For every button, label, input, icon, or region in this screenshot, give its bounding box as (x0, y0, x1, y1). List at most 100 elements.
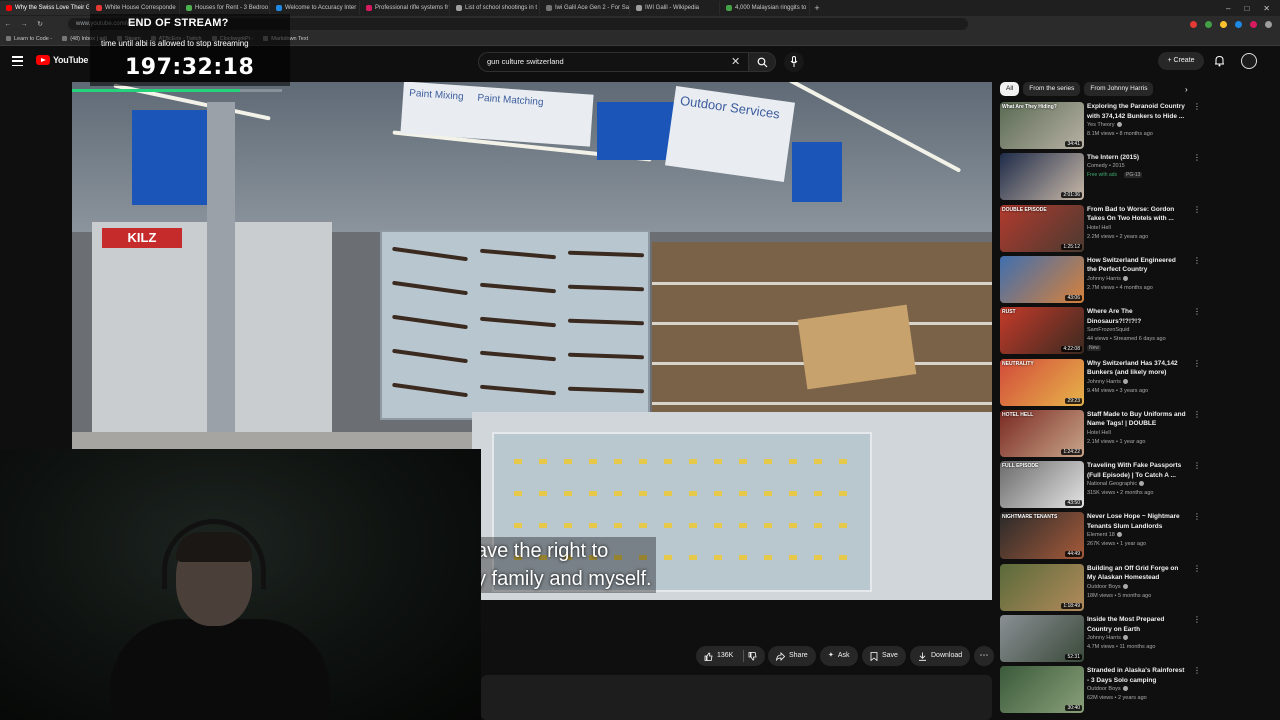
filter-chip[interactable]: From the series (1023, 82, 1081, 96)
video-thumbnail[interactable]: 43:06 (1000, 255, 1084, 303)
video-thumbnail[interactable]: FULL EPISODE 43:50 (1000, 461, 1084, 509)
channel-name[interactable]: Hotel Hell (1087, 225, 1111, 231)
browser-tab[interactable]: Houses for Rent - 3 Bedroo (180, 1, 270, 15)
browser-tab[interactable]: IWI Galil - Wikipedia (630, 1, 720, 15)
new-tab-button[interactable]: + (810, 3, 824, 13)
menu-icon[interactable] (12, 56, 23, 66)
video-thumbnail[interactable]: DOUBLE EPISODE 1:25:12 (1000, 204, 1084, 252)
recommendation-title[interactable]: Inside the Most Prepared Country on Eart… (1087, 615, 1187, 634)
video-thumbnail[interactable]: 52:31 (1000, 615, 1084, 662)
filter-chip[interactable]: From Johnny Harris (1084, 82, 1154, 96)
recommendation-title[interactable]: Traveling With Fake Passports (Full Epis… (1087, 461, 1187, 480)
recommendation-title[interactable]: Building an Off Grid Forge on My Alaskan… (1087, 564, 1187, 583)
extension-icon[interactable] (1205, 20, 1212, 28)
video-thumbnail[interactable]: HOTEL HELL 1:24:22 (1000, 409, 1084, 457)
recommendation-title[interactable]: Why Switzerland Has 374,142 Bunkers (and… (1087, 359, 1187, 378)
browser-tab[interactable]: Professional rifle systems fr (360, 1, 450, 15)
recommendation-title[interactable]: Never Lose Hope ~ Nightmare Tenants Slum… (1087, 512, 1187, 531)
clear-search-icon[interactable]: ✕ (731, 55, 740, 68)
channel-name[interactable]: Yes Theory (1087, 122, 1122, 128)
channel-name[interactable]: Johnny Harris (1087, 635, 1128, 641)
recommendation-item[interactable]: RUST 4:22:08 Where Are The Dinosaurs?!?!?!… (1000, 307, 1201, 355)
browser-tab[interactable]: List of school shootings in t (450, 1, 540, 15)
profile-icon[interactable] (1265, 20, 1272, 28)
save-button[interactable]: Save (862, 646, 906, 666)
browser-tab[interactable]: Why the Swiss Love Their G (0, 1, 90, 15)
recommendation-item[interactable]: 43:06 How Switzerland Engineered the Perf… (1000, 255, 1201, 304)
more-options-icon[interactable]: ⋮ (1193, 512, 1201, 521)
extension-icon[interactable] (1220, 20, 1227, 28)
account-avatar[interactable] (1241, 53, 1257, 69)
video-thumbnail[interactable]: NEUTRALITY 29:23 (1000, 358, 1084, 406)
bookmark-item[interactable]: Learn to Code - (6, 36, 52, 42)
download-button[interactable]: Download (910, 646, 971, 666)
channel-name[interactable]: Hotel Hell (1087, 430, 1111, 436)
channel-name[interactable]: Outdoor Boys (1087, 686, 1128, 692)
extension-icon[interactable] (1190, 20, 1197, 28)
thumbs-down-icon[interactable] (748, 651, 757, 661)
video-thumbnail[interactable]: 1:18:49 (1000, 563, 1084, 611)
channel-name[interactable]: SamFrozenSquid (1087, 327, 1130, 333)
description-box[interactable] (481, 675, 992, 720)
more-options-icon[interactable]: ⋮ (1193, 359, 1201, 368)
recommendation-item[interactable]: 2:01:36 The Intern (2015) Comedy • 2015 Fre… (1000, 153, 1201, 201)
voice-search-button[interactable] (784, 52, 804, 72)
video-thumbnail[interactable]: NIGHTMARE TENANTS 44:49 (1000, 512, 1084, 560)
search-input[interactable]: gun culture switzerland (478, 52, 748, 72)
notifications-bell-icon[interactable] (1214, 55, 1225, 67)
recommendation-item[interactable]: NEUTRALITY 29:23 Why Switzerland Has 374,1… (1000, 358, 1201, 407)
recommendation-item[interactable]: 30:40 Stranded in Alaska's Rainforest - 3… (1000, 666, 1201, 714)
video-thumbnail[interactable]: 30:40 (1000, 666, 1084, 714)
more-options-icon[interactable]: ⋮ (1193, 205, 1201, 214)
video-thumbnail[interactable]: RUST 4:22:08 (1000, 307, 1084, 355)
recommendation-item[interactable]: What Are They Hiding? 34:41 Exploring the … (1000, 102, 1201, 150)
recommendation-title[interactable]: Where Are The Dinosaurs?!?!?!? (1087, 307, 1187, 326)
channel-name[interactable]: Comedy • 2015 (1087, 163, 1125, 169)
channel-name[interactable]: Johnny Harris (1087, 379, 1128, 385)
close-window-icon[interactable]: ✕ (1263, 4, 1270, 13)
browser-tab[interactable]: White House Corresponde (90, 1, 180, 15)
more-options-icon[interactable]: ⋮ (1193, 564, 1201, 573)
extension-icon[interactable] (1250, 20, 1257, 28)
recommendation-item[interactable]: FULL EPISODE 43:50 Traveling With Fake Pas… (1000, 461, 1201, 509)
recommendation-title[interactable]: Exploring the Paranoid Country with 374,… (1087, 102, 1187, 121)
browser-tab[interactable]: Welcome to Accuracy Inter (270, 1, 360, 15)
chevron-right-icon[interactable]: › (1185, 85, 1188, 94)
youtube-logo[interactable]: YouTube (36, 55, 88, 65)
recommendation-title[interactable]: How Switzerland Engineered the Perfect C… (1087, 256, 1187, 275)
reload-icon[interactable]: ↻ (32, 20, 48, 28)
more-options-icon[interactable]: ⋮ (1193, 666, 1201, 675)
more-options-icon[interactable]: ⋮ (1193, 102, 1201, 111)
browser-tab[interactable]: Iwi Galil Ace Gen 2 - For Sa (540, 1, 630, 15)
search-button[interactable] (748, 52, 776, 72)
ask-button[interactable]: ✦ Ask (820, 646, 858, 666)
filter-chip[interactable]: All (1000, 82, 1020, 96)
forward-icon[interactable]: → (16, 21, 32, 28)
share-button[interactable]: Share (768, 646, 816, 666)
create-button[interactable]: + Create (1158, 52, 1204, 70)
recommendation-title[interactable]: From Bad to Worse: Gordon Takes On Two H… (1087, 205, 1187, 224)
more-options-icon[interactable]: ⋮ (1193, 307, 1201, 316)
recommendation-item[interactable]: 1:18:49 Building an Off Grid Forge on My … (1000, 563, 1201, 612)
video-thumbnail[interactable]: What Are They Hiding? 34:41 (1000, 102, 1084, 149)
back-icon[interactable]: ← (0, 21, 16, 28)
video-thumbnail[interactable]: 2:01:36 (1000, 153, 1084, 201)
more-options-icon[interactable]: ⋮ (1193, 410, 1201, 419)
recommendation-item[interactable]: HOTEL HELL 1:24:22 Staff Made to Buy Unifo… (1000, 409, 1201, 458)
maximize-icon[interactable]: □ (1244, 4, 1249, 13)
minimize-icon[interactable]: – (1226, 4, 1230, 13)
like-button[interactable]: 136K (696, 646, 766, 666)
more-actions-icon[interactable]: ⋯ (974, 646, 994, 666)
channel-name[interactable]: Outdoor Boys (1087, 584, 1128, 590)
browser-tab[interactable]: 4,000 Malaysian ringgits to (720, 1, 810, 15)
extension-icon[interactable] (1235, 20, 1242, 28)
recommendation-title[interactable]: Stranded in Alaska's Rainforest - 3 Days… (1087, 666, 1187, 685)
more-options-icon[interactable]: ⋮ (1193, 256, 1201, 265)
channel-name[interactable]: Element 18 (1087, 532, 1122, 538)
more-options-icon[interactable]: ⋮ (1193, 153, 1201, 162)
recommendation-title[interactable]: Staff Made to Buy Uniforms and Name Tags… (1087, 410, 1187, 429)
more-options-icon[interactable]: ⋮ (1193, 461, 1201, 470)
more-options-icon[interactable]: ⋮ (1193, 615, 1201, 624)
recommendation-item[interactable]: DOUBLE EPISODE 1:25:12 From Bad to Worse: … (1000, 204, 1201, 253)
recommendation-item[interactable]: NIGHTMARE TENANTS 44:49 Never Lose Hope ~ … (1000, 512, 1201, 560)
